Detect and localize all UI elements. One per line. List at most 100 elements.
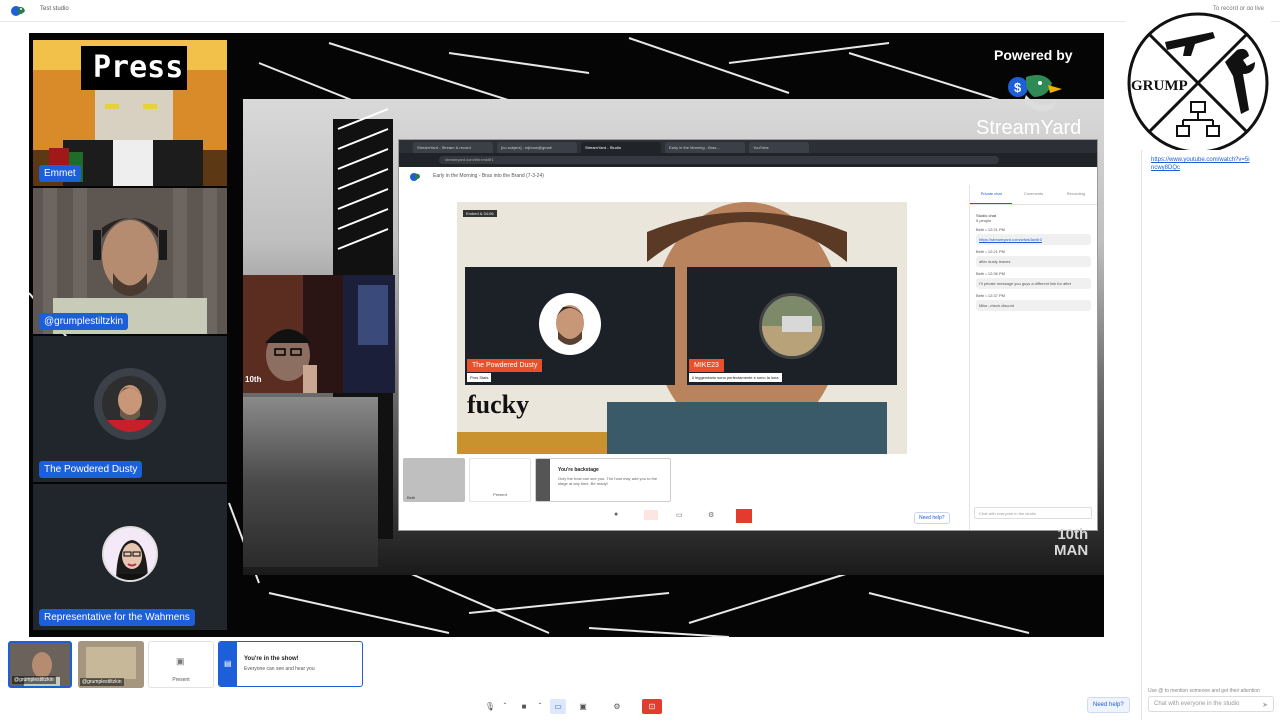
message-link[interactable]: https://streamyard.com/wfwk3ax6r3 (976, 234, 1091, 245)
message-text: I'll private message you guys a differen… (976, 278, 1091, 289)
inner-mic-icon[interactable]: ● (614, 511, 618, 518)
inner-chat-panel: Private chat Comments Recording Studio c… (969, 185, 1097, 530)
inner-backstage-notice: You're backstage Only the host can see y… (535, 458, 671, 502)
youtube-link[interactable]: https://www.youtube.com/watch?v=5incwy8D… (1151, 156, 1251, 172)
streamyard-logo-icon[interactable] (10, 3, 26, 19)
message-text: after dusty leaves (976, 256, 1091, 267)
message-text: Mike, check discord (976, 300, 1091, 311)
browser-tab[interactable]: Early in the Morning - Bras... (665, 142, 745, 153)
inner-leave-icon[interactable] (736, 509, 752, 523)
in-show-icon: ▤ (224, 659, 232, 668)
mic-options-chevron-icon[interactable]: ⌃ (500, 699, 510, 714)
browser-tab[interactable]: StreamYard - Stream & record (413, 142, 493, 153)
share-screen-icon[interactable]: ▣ (576, 699, 590, 714)
mic-icon[interactable]: 🎙︎ (484, 699, 496, 714)
screen-share: 10th StreamYard - Stream & record [no su… (243, 99, 1104, 575)
avatar-powdered-dusty (102, 376, 158, 432)
inner-chat-sub: 5 people (976, 218, 992, 223)
grump-logo-text: GRUMP (1131, 78, 1188, 94)
inner-backstage: Beth Present You're backstage Only the h… (403, 458, 673, 502)
participant-tile-representative[interactable]: Representative for the Wahmens (33, 484, 227, 630)
participant-tile-emmet[interactable]: Press Emmet (33, 40, 227, 186)
browser-tab-active[interactable]: StreamYard - Studio (581, 142, 661, 153)
participant-tile-powdered-dusty[interactable]: The Powdered Dusty (33, 336, 227, 482)
inner-card-mike23: MIKE23 Il leggendario sono perfectamente… (687, 267, 897, 385)
list-item: Beth • 12:21 PM after dusty leaves (976, 249, 1091, 267)
tray-thumb-screen[interactable]: @grumplestiltzkin (78, 641, 144, 688)
in-show-notice: ▤ You're in the show! Everyone can see a… (218, 641, 363, 687)
message-author: Beth • 12:36 PM (976, 271, 1005, 276)
chat-sidebar: https://www.youtube.com/watch?v=5incwy8D… (1141, 150, 1280, 720)
inner-caption: fucky (467, 390, 530, 419)
browser-tabs: StreamYard - Stream & record [no subject… (399, 140, 1097, 153)
inner-card-powdered-dusty: The Powdered Dusty Pros Stats (465, 267, 675, 385)
avatar-representative (102, 526, 158, 582)
inner-present-label: Present (493, 492, 507, 497)
present-label: Present (172, 677, 190, 683)
url-field[interactable]: streamyard.com/bbrxmk8f1 (439, 156, 999, 164)
inner-backstage-thumb[interactable]: Beth (403, 458, 465, 502)
camera-icon[interactable]: ■ (518, 699, 530, 714)
participant-name-emmet: Emmet (39, 165, 81, 182)
inner-stage: Embed & 04:06 The Powdered Dusty Pros St… (457, 202, 907, 454)
inner-toolbar: ● ▭ ⚙ (614, 508, 764, 526)
tray-thumb-label: @grumplestiltzkin (12, 676, 56, 684)
tray-thumb-grumplestiltzkin[interactable]: @grumplestiltzkin (8, 641, 72, 688)
inner-chat-tab[interactable]: Comments (1012, 185, 1054, 204)
webcam-tenth-label: 10th (245, 375, 262, 384)
participant-name-powdered-dusty: The Powdered Dusty (39, 461, 143, 478)
settings-icon[interactable]: ⚙ (610, 699, 624, 714)
control-bar: 🎙︎ ⌃ ■ ⌃ ▭ ▣ ⚙ ⊡ (0, 694, 1140, 720)
webcam-overlay: 10th (243, 275, 395, 393)
inner-studio-header: Early in the Morning - Bras into the Bra… (399, 167, 1097, 185)
studio-title: Test studio (40, 6, 69, 12)
list-item: Beth • 12:37 PM Mike, check discord (976, 293, 1091, 311)
participant-name-grumplestiltzkin: @grumplestiltzkin (39, 313, 129, 330)
inner-chat-tab[interactable]: Private chat (970, 185, 1013, 204)
address-bar: streamyard.com/bbrxmk8f1 (399, 153, 1097, 167)
streamyard-duck-icon: $ (1008, 75, 1062, 111)
chat-hint: Use @ to mention someone and get their a… (1148, 688, 1260, 694)
inner-sub-tag: Pros Stats (467, 373, 492, 382)
inner-chat-tabs: Private chat Comments Recording (970, 185, 1097, 205)
shared-browser-window: StreamYard - Stream & record [no subject… (398, 139, 1098, 531)
browser-tab[interactable]: YouTube (749, 142, 809, 153)
layout-icon[interactable]: ▭ (550, 699, 566, 714)
powered-by-label: Powered by (994, 47, 1073, 63)
inner-chat-input[interactable]: Chat with everyone in the studio (974, 507, 1092, 519)
list-item: Beth • 12:36 PM I'll private message you… (976, 271, 1091, 289)
leave-studio-icon[interactable]: ⊡ (642, 699, 662, 714)
on-stage-tray: @grumplestiltzkin @grumplestiltzkin ▣ Pr… (0, 638, 1140, 690)
inner-settings-icon[interactable]: ⚙ (708, 511, 714, 519)
list-item: Beth • 12:21 PM https://streamyard.com/w… (976, 227, 1091, 245)
in-show-text: Everyone can see and hear you (244, 666, 315, 672)
inner-avatar (759, 293, 825, 359)
camera-options-chevron-icon[interactable]: ⌃ (535, 699, 545, 714)
notice-text: Only the host can see you. The host may … (558, 476, 658, 486)
inner-name-tag: The Powdered Dusty (467, 359, 543, 372)
participant-name-representative: Representative for the Wahmens (39, 609, 195, 626)
in-show-title: You're in the show! (244, 656, 299, 662)
inner-screen-icon[interactable]: ▭ (676, 511, 683, 519)
browser-tab[interactable]: [no subject] - mjbrow@gmail (497, 142, 577, 153)
inner-thumb-label: Beth (407, 495, 416, 500)
press-hat-text: Press (93, 50, 184, 85)
chat-placeholder: Chat with everyone in the studio (1154, 701, 1240, 707)
broadcast-stage: Press Emmet @grumplestiltzkin The Powder… (29, 33, 1104, 637)
inner-avatar (539, 293, 601, 355)
streamyard-wordmark: StreamYard (976, 117, 1082, 139)
present-button[interactable]: ▣ Present (148, 641, 214, 688)
chat-input[interactable]: Chat with everyone in the studio (1148, 696, 1274, 712)
need-help-button[interactable]: Need help? (1087, 697, 1130, 713)
notice-bar (536, 459, 550, 501)
svg-text:$: $ (1014, 80, 1022, 95)
inner-camera-icon[interactable] (644, 510, 658, 520)
inner-present-button[interactable]: Present (469, 458, 531, 502)
tenth-man-watermark: 10th MAN (1054, 526, 1089, 559)
participant-tile-grumplestiltzkin[interactable]: @grumplestiltzkin (33, 188, 227, 334)
inner-chat-tab[interactable]: Recording (1055, 185, 1097, 204)
inner-need-help[interactable]: Need help? (914, 512, 950, 524)
present-icon: ▣ (176, 656, 185, 666)
water-photo (243, 397, 378, 567)
send-icon[interactable]: ➤ (1262, 701, 1268, 709)
